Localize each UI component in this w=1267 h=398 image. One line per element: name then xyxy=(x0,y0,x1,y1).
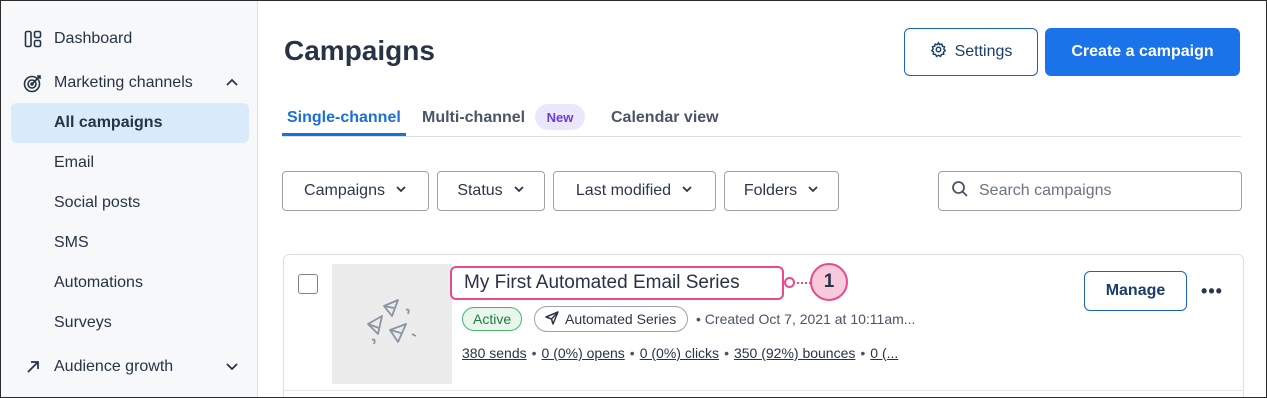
select-checkbox[interactable] xyxy=(298,274,318,294)
campaign-type-label: Automated Series xyxy=(565,311,677,327)
last-modified-filter[interactable]: Last modified xyxy=(553,171,716,211)
sidebar-item-surveys[interactable]: Surveys xyxy=(11,303,249,343)
campaign-card: My First Automated Email Series 1 Active… xyxy=(283,254,1244,397)
tab-multi-channel[interactable]: Multi-channel xyxy=(422,109,525,127)
dashboard-icon xyxy=(23,29,43,49)
sidebar-item-label: All campaigns xyxy=(54,114,163,131)
campaign-type-badge: Automated Series xyxy=(534,306,689,332)
settings-button[interactable]: Settings xyxy=(904,28,1038,76)
clicks-link[interactable]: 0 (0%) clicks xyxy=(640,345,719,361)
search-icon xyxy=(951,180,969,203)
sidebar-item-marketing-channels[interactable]: Marketing channels xyxy=(11,63,249,103)
create-campaign-button[interactable]: Create a campaign xyxy=(1045,28,1240,76)
target-icon xyxy=(23,73,43,93)
filter-label: Status xyxy=(457,182,503,199)
sidebar-item-social-posts[interactable]: Social posts xyxy=(11,183,249,223)
new-badge: New xyxy=(535,104,585,130)
more-options-icon[interactable]: ••• xyxy=(1196,277,1228,305)
sidebar-item-dashboard[interactable]: Dashboard xyxy=(11,19,249,59)
chevron-down-icon xyxy=(807,182,819,200)
callout-number: 1 xyxy=(810,263,848,301)
opens-link[interactable]: 0 (0%) opens xyxy=(542,345,625,361)
sidebar-item-label: Marketing channels xyxy=(54,74,193,91)
sidebar-item-label: SMS xyxy=(54,234,89,251)
campaign-tabs: Single-channel Multi-channel New Calenda… xyxy=(282,103,1241,137)
more-stats-link[interactable]: 0 (... xyxy=(870,345,898,361)
chevron-down-icon[interactable] xyxy=(225,359,239,378)
search-input[interactable] xyxy=(979,182,1219,200)
sidebar-item-label: Audience growth xyxy=(54,358,174,375)
active-tab-indicator xyxy=(282,133,406,136)
divider xyxy=(284,390,1243,391)
sidebar-item-automations[interactable]: Automations xyxy=(11,263,249,303)
sidebar-item-sms[interactable]: SMS xyxy=(11,223,249,263)
campaign-thumbnail xyxy=(332,264,452,384)
created-date: • Created Oct 7, 2021 at 10:11am... xyxy=(696,311,916,327)
sidebar-item-label: Dashboard xyxy=(54,30,133,47)
chevron-down-icon xyxy=(395,182,407,200)
sidebar-item-all-campaigns[interactable]: All campaigns xyxy=(11,103,249,143)
bounces-link[interactable]: 350 (92%) bounces xyxy=(734,345,855,361)
gear-icon xyxy=(930,41,947,63)
folders-filter[interactable]: Folders xyxy=(724,171,839,211)
sidebar-item-audience-growth[interactable]: Audience growth xyxy=(11,347,249,387)
filter-label: Last modified xyxy=(575,182,672,199)
chevron-down-icon xyxy=(681,182,693,200)
campaigns-filter[interactable]: Campaigns xyxy=(282,171,429,211)
status-badge: Active xyxy=(462,307,523,331)
sidebar-item-label: Surveys xyxy=(54,314,112,331)
app-frame: Dashboard Marketing channels All campaig… xyxy=(0,0,1267,398)
sidebar-item-email[interactable]: Email xyxy=(11,143,249,183)
sidebar-item-label: Email xyxy=(54,154,95,171)
campaign-stats: 380 sends • 0 (0%) opens • 0 (0%) clicks • 350… xyxy=(462,345,899,361)
paper-plane-icon xyxy=(362,294,422,355)
filter-label: Folders xyxy=(743,182,798,199)
tab-single-channel[interactable]: Single-channel xyxy=(287,109,401,127)
status-filter[interactable]: Status xyxy=(437,171,545,211)
search-box xyxy=(938,171,1242,211)
tab-calendar-view[interactable]: Calendar view xyxy=(611,109,719,127)
chevron-up-icon[interactable] xyxy=(225,75,239,94)
campaign-title[interactable]: My First Automated Email Series xyxy=(450,266,784,300)
filter-label: Campaigns xyxy=(304,182,385,199)
arrow-up-right-icon xyxy=(23,357,43,377)
sidebar: Dashboard Marketing channels All campaig… xyxy=(1,1,258,397)
sends-link[interactable]: 380 sends xyxy=(462,345,527,361)
send-icon xyxy=(545,310,559,328)
callout-anchor xyxy=(784,277,795,288)
settings-label: Settings xyxy=(954,43,1013,60)
sidebar-item-label: Automations xyxy=(54,274,143,291)
sidebar-item-label: Social posts xyxy=(54,194,141,211)
chevron-down-icon xyxy=(513,182,525,200)
manage-button[interactable]: Manage xyxy=(1084,271,1187,311)
page-title: Campaigns xyxy=(284,35,435,66)
